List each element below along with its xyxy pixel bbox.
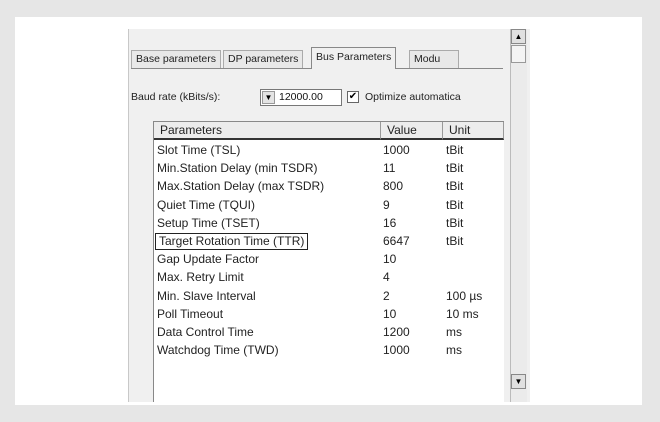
baud-rate-value: 12000.00 xyxy=(279,91,323,103)
parameter-value-cell[interactable]: 1000 xyxy=(383,142,410,159)
table-row[interactable]: Slot Time (TSL) 1000 tBit xyxy=(154,142,504,159)
table-row[interactable]: Quiet Time (TQUI) 9 tBit xyxy=(154,197,504,214)
table-row[interactable]: Gap Update Factor 10 xyxy=(154,251,504,268)
parameter-unit-cell: 10 ms xyxy=(446,306,479,321)
parameter-unit-cell: tBit xyxy=(446,234,464,248)
parameter-value-cell[interactable]: 800 xyxy=(383,178,403,195)
parameter-name-cell: Data Control Time xyxy=(157,325,254,339)
parameter-value-cell[interactable]: 16 xyxy=(383,215,396,232)
parameter-name-cell: Quiet Time (TQUI) xyxy=(157,197,256,212)
tab-dp-parameters[interactable]: DP parameters xyxy=(223,50,304,68)
table-row[interactable]: Watchdog Time (TWD) 1000 ms xyxy=(154,342,504,359)
parameter-unit-cell: tBit xyxy=(446,179,464,194)
table-row[interactable]: Data Control Time 1200 ms xyxy=(154,324,504,341)
parameter-value-cell[interactable]: 1000 xyxy=(383,342,410,359)
table-row[interactable]: Min. Slave Interval 2 100 µs xyxy=(154,288,504,305)
tab-strip: Base parameters DP parameters Bus Parame… xyxy=(131,47,529,69)
parameter-name-cell: Watchdog Time (TWD) xyxy=(157,343,279,358)
table-row[interactable]: Max.Station Delay (max TSDR) 800 tBit xyxy=(154,178,504,195)
table-row[interactable]: Min.Station Delay (min TSDR) 11 tBit xyxy=(154,160,504,177)
table-row[interactable]: Setup Time (TSET) 16 tBit xyxy=(154,215,504,232)
parameter-value-cell[interactable]: 11 xyxy=(383,160,395,177)
parameter-unit-cell: tBit xyxy=(446,143,464,157)
column-header-parameters[interactable]: Parameters xyxy=(154,122,381,140)
parameter-name-cell: Max. Retry Limit xyxy=(157,270,244,285)
parameter-name-cell: Gap Update Factor xyxy=(157,252,260,267)
column-header-value[interactable]: Value xyxy=(381,122,443,140)
column-header-unit[interactable]: Unit xyxy=(443,122,504,140)
tab-bus-parameters[interactable]: Bus Parameters xyxy=(311,47,397,69)
parameter-unit-cell: tBit xyxy=(446,215,464,230)
parameter-name-cell: Max.Station Delay (max TSDR) xyxy=(157,179,325,194)
parameter-value-cell[interactable]: 10 xyxy=(383,251,396,268)
optimize-label: Optimize automatica xyxy=(365,91,461,103)
baud-rate-label: Baud rate (kBits/s): xyxy=(131,91,221,103)
baud-rate-select[interactable]: ▼ 12000.00 xyxy=(260,89,342,106)
parameter-value-cell[interactable]: 6647 xyxy=(383,233,410,250)
table-row[interactable]: Target Rotation Time (TTR) 6647 tBit xyxy=(154,233,504,250)
parameter-unit-cell: ms xyxy=(446,325,462,339)
vertical-scrollbar[interactable]: ▲ ▼ xyxy=(510,29,527,402)
scroll-down-icon[interactable]: ▼ xyxy=(511,374,526,389)
parameter-unit-cell: ms xyxy=(446,343,462,358)
tab-modules[interactable]: Modu xyxy=(409,50,459,68)
parameter-value-cell[interactable]: 4 xyxy=(383,269,390,286)
parameter-unit-cell: 100 µs xyxy=(446,288,483,303)
dialog-window: Base parameters DP parameters Bus Parame… xyxy=(128,29,530,402)
parameter-name-cell: Poll Timeout xyxy=(157,306,224,321)
tab-base-parameters[interactable]: Base parameters xyxy=(131,50,221,68)
parameter-name-cell: Setup Time (TSET) xyxy=(157,215,260,230)
chevron-down-icon[interactable]: ▼ xyxy=(262,91,275,104)
scrollbar-thumb[interactable] xyxy=(511,45,526,63)
parameter-name-cell: Slot Time (TSL) xyxy=(157,143,241,157)
parameter-value-cell[interactable]: 1200 xyxy=(383,324,410,341)
bus-parameters-table: Parameters Value Unit Slot Time (TSL) 100… xyxy=(153,121,504,402)
parameter-name-cell: Min. Slave Interval xyxy=(157,288,256,303)
parameter-unit-cell: tBit xyxy=(446,161,464,176)
parameter-value-cell[interactable]: 9 xyxy=(383,197,390,214)
parameter-value-cell[interactable]: 10 xyxy=(383,306,396,323)
optimize-checkbox[interactable]: ✔ xyxy=(347,91,359,103)
parameter-unit-cell: tBit xyxy=(446,197,464,212)
parameter-name-cell: Min.Station Delay (min TSDR) xyxy=(157,161,318,176)
scroll-up-icon[interactable]: ▲ xyxy=(511,29,526,44)
parameter-value-cell[interactable]: 2 xyxy=(383,288,390,305)
parameter-name-cell: Target Rotation Time (TTR) xyxy=(155,233,309,250)
table-row[interactable]: Poll Timeout 10 10 ms xyxy=(154,306,504,323)
table-row[interactable]: Max. Retry Limit 4 xyxy=(154,269,504,286)
